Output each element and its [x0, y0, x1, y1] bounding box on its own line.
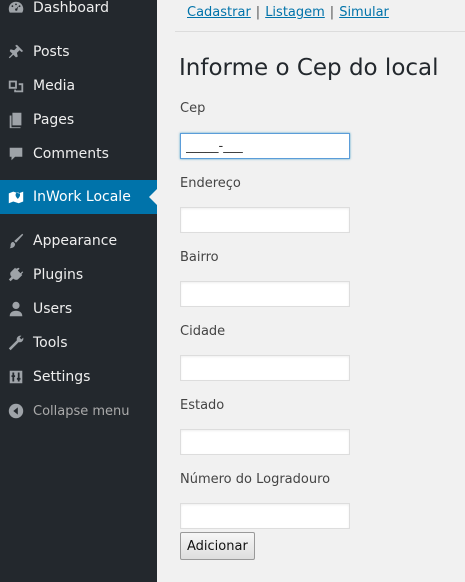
media-icon: [6, 76, 26, 96]
estado-field[interactable]: [180, 429, 350, 455]
sidebar-item-label: Posts: [33, 44, 70, 60]
sidebar-item-tools[interactable]: Tools: [0, 326, 157, 360]
sidebar-item-appearance[interactable]: Appearance: [0, 224, 157, 258]
wrench-icon: [6, 333, 26, 353]
collapse-menu-label: Collapse menu: [33, 403, 130, 419]
bairro-label: Bairro: [180, 250, 219, 265]
admin-sidebar: Dashboard Posts Media Pages Comments InW…: [0, 0, 157, 582]
sidebar-item-label: Comments: [33, 146, 109, 162]
subnav-link-simular[interactable]: Simular: [339, 5, 389, 20]
settings-icon: [6, 367, 26, 387]
numero-label: Número do Logradouro: [180, 472, 331, 487]
estado-label: Estado: [180, 398, 225, 413]
sidebar-item-label: Settings: [33, 369, 91, 385]
map-icon: [6, 187, 26, 207]
sidebar-item-plugins[interactable]: Plugins: [0, 258, 157, 292]
sidebar-item-label: Media: [33, 78, 76, 94]
cidade-label: Cidade: [180, 324, 226, 339]
subnav-link-listagem[interactable]: Listagem: [265, 5, 325, 20]
subnav-separator: |: [255, 5, 261, 20]
sidebar-item-label: Tools: [33, 335, 68, 351]
endereco-field[interactable]: [180, 207, 350, 233]
sidebar-item-label: InWork Locale: [33, 189, 131, 205]
user-icon: [6, 299, 26, 319]
plug-icon: [6, 265, 26, 285]
page-title: Informe o Cep do local: [179, 55, 439, 81]
sidebar-item-media[interactable]: Media: [0, 69, 157, 103]
sidebar-item-dashboard[interactable]: Dashboard: [0, 0, 157, 25]
sidebar-item-label: Users: [33, 301, 73, 317]
sidebar-item-posts[interactable]: Posts: [0, 35, 157, 69]
collapse-icon: [6, 401, 26, 421]
pin-icon: [6, 42, 26, 62]
sidebar-item-users[interactable]: Users: [0, 292, 157, 326]
sidebar-item-label: Plugins: [33, 267, 84, 283]
sidebar-item-inwork-locale[interactable]: InWork Locale: [0, 180, 157, 214]
dashboard-icon: [6, 0, 26, 18]
sidebar-item-settings[interactable]: Settings: [0, 360, 157, 394]
cep-label: Cep: [180, 101, 206, 116]
numero-field[interactable]: [180, 503, 350, 529]
cidade-field[interactable]: [180, 355, 350, 381]
sidebar-item-label: Pages: [33, 112, 75, 128]
sidebar-item-label: Dashboard: [33, 0, 109, 16]
endereco-label: Endereço: [180, 176, 241, 191]
pages-icon: [6, 110, 26, 130]
bairro-field[interactable]: [180, 281, 350, 307]
subnav-separator: |: [329, 5, 335, 20]
cep-field[interactable]: [180, 133, 350, 159]
sidebar-item-comments[interactable]: Comments: [0, 137, 157, 171]
collapse-menu-button[interactable]: Collapse menu: [0, 394, 157, 428]
brush-icon: [6, 231, 26, 251]
comment-icon: [6, 144, 26, 164]
subnav-link-cadastrar[interactable]: Cadastrar: [187, 5, 251, 20]
subnav: Cadastrar | Listagem | Simular: [187, 5, 389, 20]
sidebar-item-pages[interactable]: Pages: [0, 103, 157, 137]
adicionar-button[interactable]: Adicionar: [180, 532, 255, 560]
divider: [175, 31, 465, 32]
sidebar-item-label: Appearance: [33, 233, 118, 249]
main-content: Cadastrar | Listagem | Simular Informe o Cep…: [157, 0, 465, 582]
